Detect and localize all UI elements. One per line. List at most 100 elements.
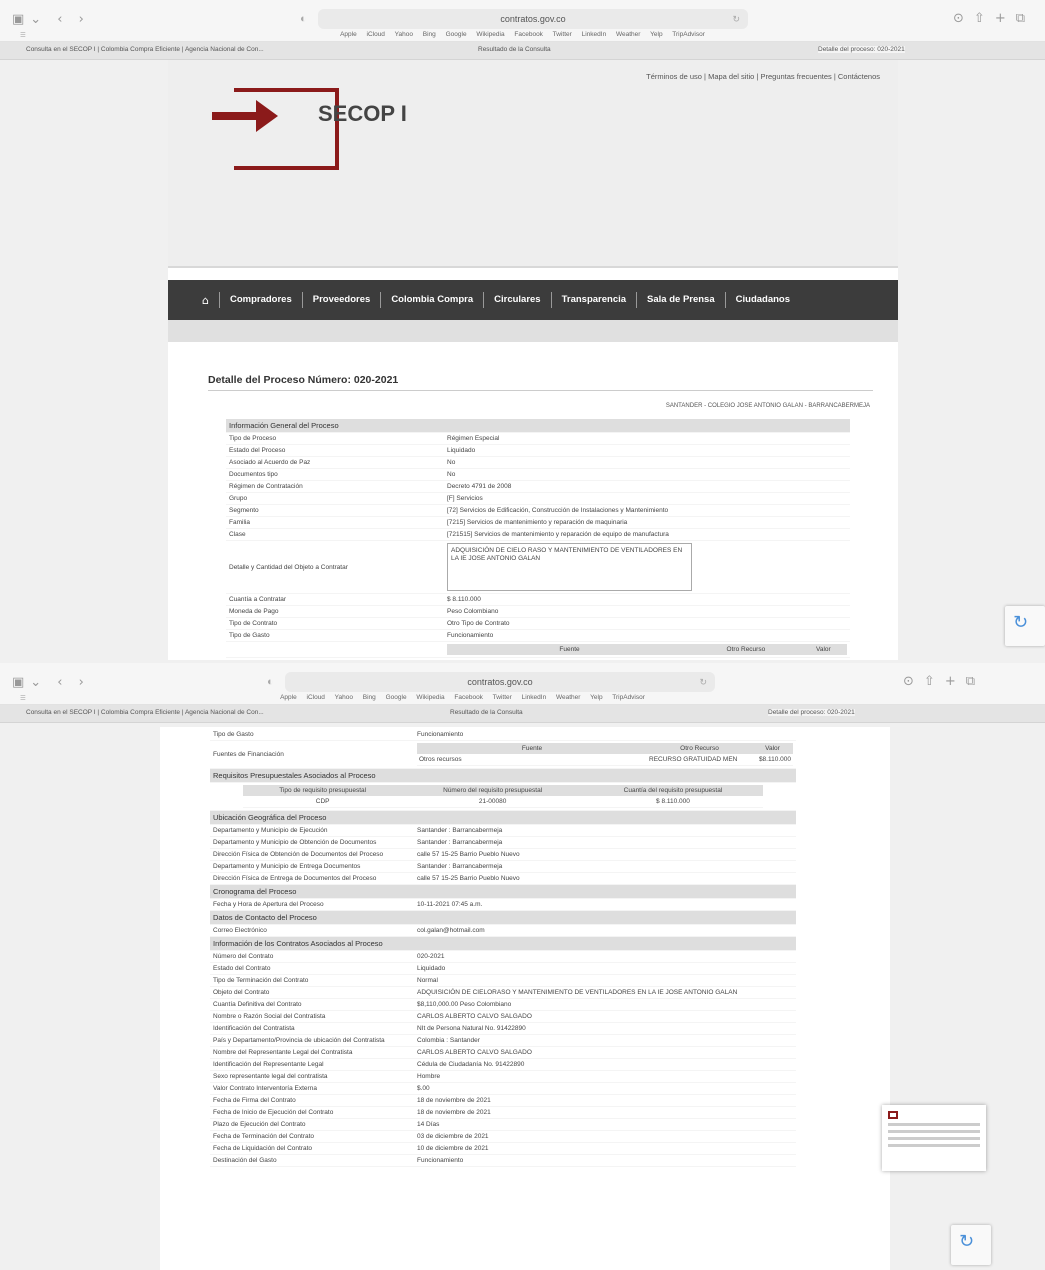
row-label: Segmento [226, 504, 444, 517]
favorite-link[interactable]: Weather [556, 694, 580, 701]
budget-numero: 21-00080 [402, 796, 583, 808]
secop-page: Términos de uso | Mapa del sitio | Pregu… [168, 60, 898, 660]
tab-detalle[interactable]: Detalle del proceso: 020-2021 [818, 46, 905, 53]
secop-page: Tipo de Gasto Funcionamiento Fuentes de … [160, 727, 890, 1270]
nav-sala-prensa[interactable]: Sala de Prensa [636, 292, 725, 308]
info-row: Identificación del Representante Legal Cé… [210, 1058, 796, 1071]
row-value: Régimen Especial [444, 432, 850, 445]
info-row: Estado del Contrato Liquidado [210, 962, 796, 975]
favorite-link[interactable]: Twitter [493, 694, 512, 701]
favorite-link[interactable]: LinkedIn [582, 31, 607, 38]
favorite-link[interactable]: iCloud [367, 31, 385, 38]
main-nav: ⌂ Compradores Proveedores Colombia Compr… [168, 280, 898, 320]
favorite-link[interactable]: Google [446, 31, 467, 38]
favorite-link[interactable]: Facebook [514, 31, 543, 38]
favorites-bar: ☰ Apple iCloud Yahoo Bing Google Wikiped… [0, 31, 1045, 39]
nav-proveedores[interactable]: Proveedores [301, 292, 381, 308]
top-links[interactable]: Términos de uso | Mapa del sitio | Pregu… [646, 72, 880, 81]
favorite-link[interactable]: Yahoo [395, 31, 413, 38]
row-label: Cuantía Definitiva del Contrato [210, 998, 414, 1011]
info-row: Régimen de Contratación Decreto 4791 de 2… [226, 480, 850, 493]
row-label: Departamento y Municipio de Ejecución [210, 824, 414, 837]
nav-compradores[interactable]: Compradores [218, 292, 302, 308]
tab-resultado[interactable]: Resultado de la Consulta [478, 46, 551, 53]
nav-colombia-compra[interactable]: Colombia Compra [380, 292, 483, 308]
row-label: Dirección Física de Obtención de Documen… [210, 848, 414, 861]
row-label: Fecha y Hora de Apertura del Proceso [210, 898, 414, 911]
favorite-link[interactable]: TripAdvisor [612, 694, 645, 701]
favorite-link[interactable]: Apple [340, 31, 357, 38]
favorite-link[interactable]: Apple [280, 694, 297, 701]
row-label: Destinación del Gasto [210, 1154, 414, 1167]
info-row: Destinación del Gasto Funcionamiento [210, 1154, 796, 1167]
favorites-list-icon[interactable]: ☰ [20, 694, 26, 702]
info-row: Nombre o Razón Social del Contratista CAR… [210, 1010, 796, 1023]
reload-icon[interactable]: ↻ [699, 672, 707, 692]
nav-ciudadanos[interactable]: Ciudadanos [724, 292, 800, 308]
row-label: Clase [226, 528, 444, 541]
row-label: Departamento y Municipio de Obtención de… [210, 836, 414, 849]
tab-bar: Consulta en el SECOP I | Colombia Compra… [0, 42, 1045, 60]
nav-circulares[interactable]: Circulares [483, 292, 550, 308]
logo-text: SECOP I [318, 101, 407, 126]
tab-consulta[interactable]: Consulta en el SECOP I | Colombia Compra… [26, 709, 264, 716]
share-newtab-tabs-icons[interactable]: ⊙⇧+⧉ [953, 11, 1035, 26]
favorites-list-icon[interactable]: ☰ [20, 31, 26, 39]
section-title: Información de los Contratos Asociados a… [210, 936, 796, 951]
home-icon[interactable]: ⌂ [194, 294, 219, 307]
favorite-link[interactable]: Twitter [553, 31, 572, 38]
favorite-link[interactable]: Bing [363, 694, 376, 701]
favorite-link[interactable]: Yelp [590, 694, 602, 701]
col-cuantia-requisito: Cuantía del requisito presupuestal [582, 785, 763, 796]
row-value: Cédula de Ciudadanía No. 91422890 [414, 1058, 796, 1071]
entity-name: SANTANDER - COLEGIO JOSE ANTONIO GALAN -… [665, 403, 870, 409]
object-label: Detalle y Cantidad del Objeto a Contrata… [226, 540, 444, 594]
favorite-link[interactable]: Facebook [454, 694, 483, 701]
sidebar-back-forward-icons[interactable]: ▣⌄ ‹ › [12, 675, 90, 690]
info-row: País y Departamento/Provincia de ubicaci… [210, 1034, 796, 1047]
favorite-link[interactable]: Wikipedia [416, 694, 444, 701]
screenshot-thumbnail[interactable] [882, 1105, 986, 1171]
row-label: Tipo de Gasto [210, 729, 414, 741]
row-value: Liquidado [414, 962, 796, 975]
tab-detalle[interactable]: Detalle del proceso: 020-2021 [768, 709, 855, 716]
privacy-shield-icon[interactable]: ◐ [267, 672, 274, 692]
reload-icon[interactable]: ↻ [732, 9, 740, 29]
recaptcha-badge[interactable]: ↻ [951, 1225, 991, 1265]
favorite-link[interactable]: Yahoo [335, 694, 353, 701]
favorite-link[interactable]: TripAdvisor [672, 31, 705, 38]
privacy-shield-icon[interactable]: ◐ [300, 9, 307, 29]
secop-logo-arrowhead [256, 100, 278, 132]
row-value: Otro Tipo de Contrato [444, 617, 850, 630]
info-row: Tipo de Contrato Otro Tipo de Contrato [226, 617, 850, 630]
favorites-links[interactable]: Apple iCloud Yahoo Bing Google Wikipedia… [340, 31, 705, 38]
info-row: Asociado al Acuerdo de Paz No [226, 456, 850, 469]
favorite-link[interactable]: iCloud [307, 694, 325, 701]
favorites-bar: ☰ Apple iCloud Yahoo Bing Google Wikiped… [0, 694, 985, 702]
favorite-link[interactable]: Yelp [650, 31, 662, 38]
nav-transparencia[interactable]: Transparencia [550, 292, 636, 308]
row-value: CARLOS ALBERTO CALVO SALGADO [414, 1010, 796, 1023]
row-label: Nombre o Razón Social del Contratista [210, 1010, 414, 1023]
object-textarea[interactable]: ADQUISICIÓN DE CIELO RASO Y MANTENIMIENT… [447, 543, 692, 591]
sidebar-back-forward-icons[interactable]: ▣⌄ ‹ › [12, 12, 90, 27]
funding-header: Fuente Otro Recurso Valor [447, 644, 847, 655]
recaptcha-badge[interactable]: ↻ [1005, 606, 1045, 646]
share-newtab-tabs-icons[interactable]: ⊙⇧+⧉ [903, 674, 985, 689]
row-label: Identificación del Contratista [210, 1022, 414, 1035]
row-label: Departamento y Municipio de Entrega Docu… [210, 860, 414, 873]
favorite-link[interactable]: Bing [423, 31, 436, 38]
row-value: Decreto 4791 de 2008 [444, 480, 850, 493]
tab-resultado[interactable]: Resultado de la Consulta [450, 709, 523, 716]
favorites-links[interactable]: Apple iCloud Yahoo Bing Google Wikipedia… [280, 694, 645, 701]
row-value: [F] Servicios [444, 492, 850, 505]
address-bar[interactable]: ◐ contratos.gov.co ↻ [267, 672, 715, 692]
row-label: Identificación del Representante Legal [210, 1058, 414, 1071]
row-label: Fecha de Terminación del Contrato [210, 1130, 414, 1143]
address-bar[interactable]: ◐ contratos.gov.co ↻ [300, 9, 748, 29]
favorite-link[interactable]: Google [386, 694, 407, 701]
tab-consulta[interactable]: Consulta en el SECOP I | Colombia Compra… [26, 46, 264, 53]
favorite-link[interactable]: Weather [616, 31, 640, 38]
favorite-link[interactable]: LinkedIn [522, 694, 547, 701]
favorite-link[interactable]: Wikipedia [476, 31, 504, 38]
